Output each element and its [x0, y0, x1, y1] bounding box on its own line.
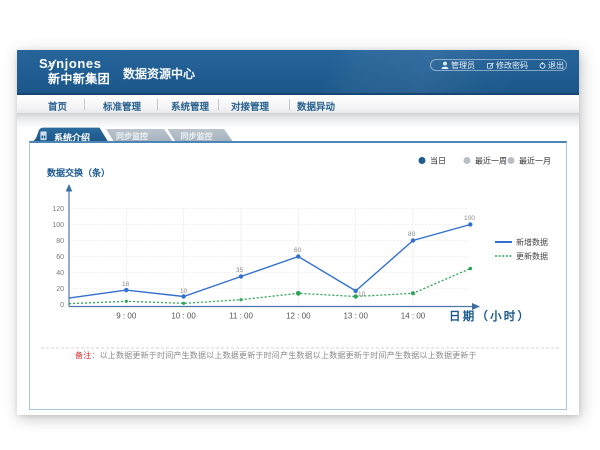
svg-text:当日: 当日: [430, 156, 446, 166]
svg-text:更新数据: 更新数据: [516, 251, 548, 261]
svg-text:10 : 00: 10 : 00: [171, 312, 196, 321]
svg-text:日期（小时）: 日期（小时）: [449, 309, 531, 323]
svg-text:14 : 00: 14 : 00: [401, 312, 426, 321]
svg-text:11 : 00: 11 : 00: [229, 312, 253, 321]
svg-text:80: 80: [408, 231, 416, 238]
svg-text:100: 100: [464, 215, 475, 222]
svg-text:120: 120: [52, 206, 64, 213]
svg-text:20: 20: [56, 286, 64, 293]
svg-text:9 : 00: 9 : 00: [116, 312, 137, 321]
svg-text:数据交换（条）: 数据交换（条）: [47, 167, 110, 178]
svg-text:100: 100: [52, 222, 64, 229]
svg-text:10: 10: [358, 291, 366, 298]
svg-text:40: 40: [56, 270, 64, 277]
svg-text:18: 18: [122, 281, 130, 288]
svg-text:新增数据: 新增数据: [516, 237, 548, 247]
svg-text:最近一周: 最近一周: [475, 156, 507, 166]
svg-text:60: 60: [56, 254, 64, 261]
svg-text:13 : 00: 13 : 00: [343, 312, 368, 321]
svg-text:12 : 00: 12 : 00: [286, 312, 311, 321]
svg-text:35: 35: [236, 267, 244, 274]
svg-text:80: 80: [56, 238, 64, 245]
svg-text:10: 10: [180, 288, 188, 295]
svg-text:60: 60: [294, 247, 302, 254]
svg-text:0: 0: [60, 302, 64, 309]
svg-text:最近一月: 最近一月: [519, 156, 551, 166]
